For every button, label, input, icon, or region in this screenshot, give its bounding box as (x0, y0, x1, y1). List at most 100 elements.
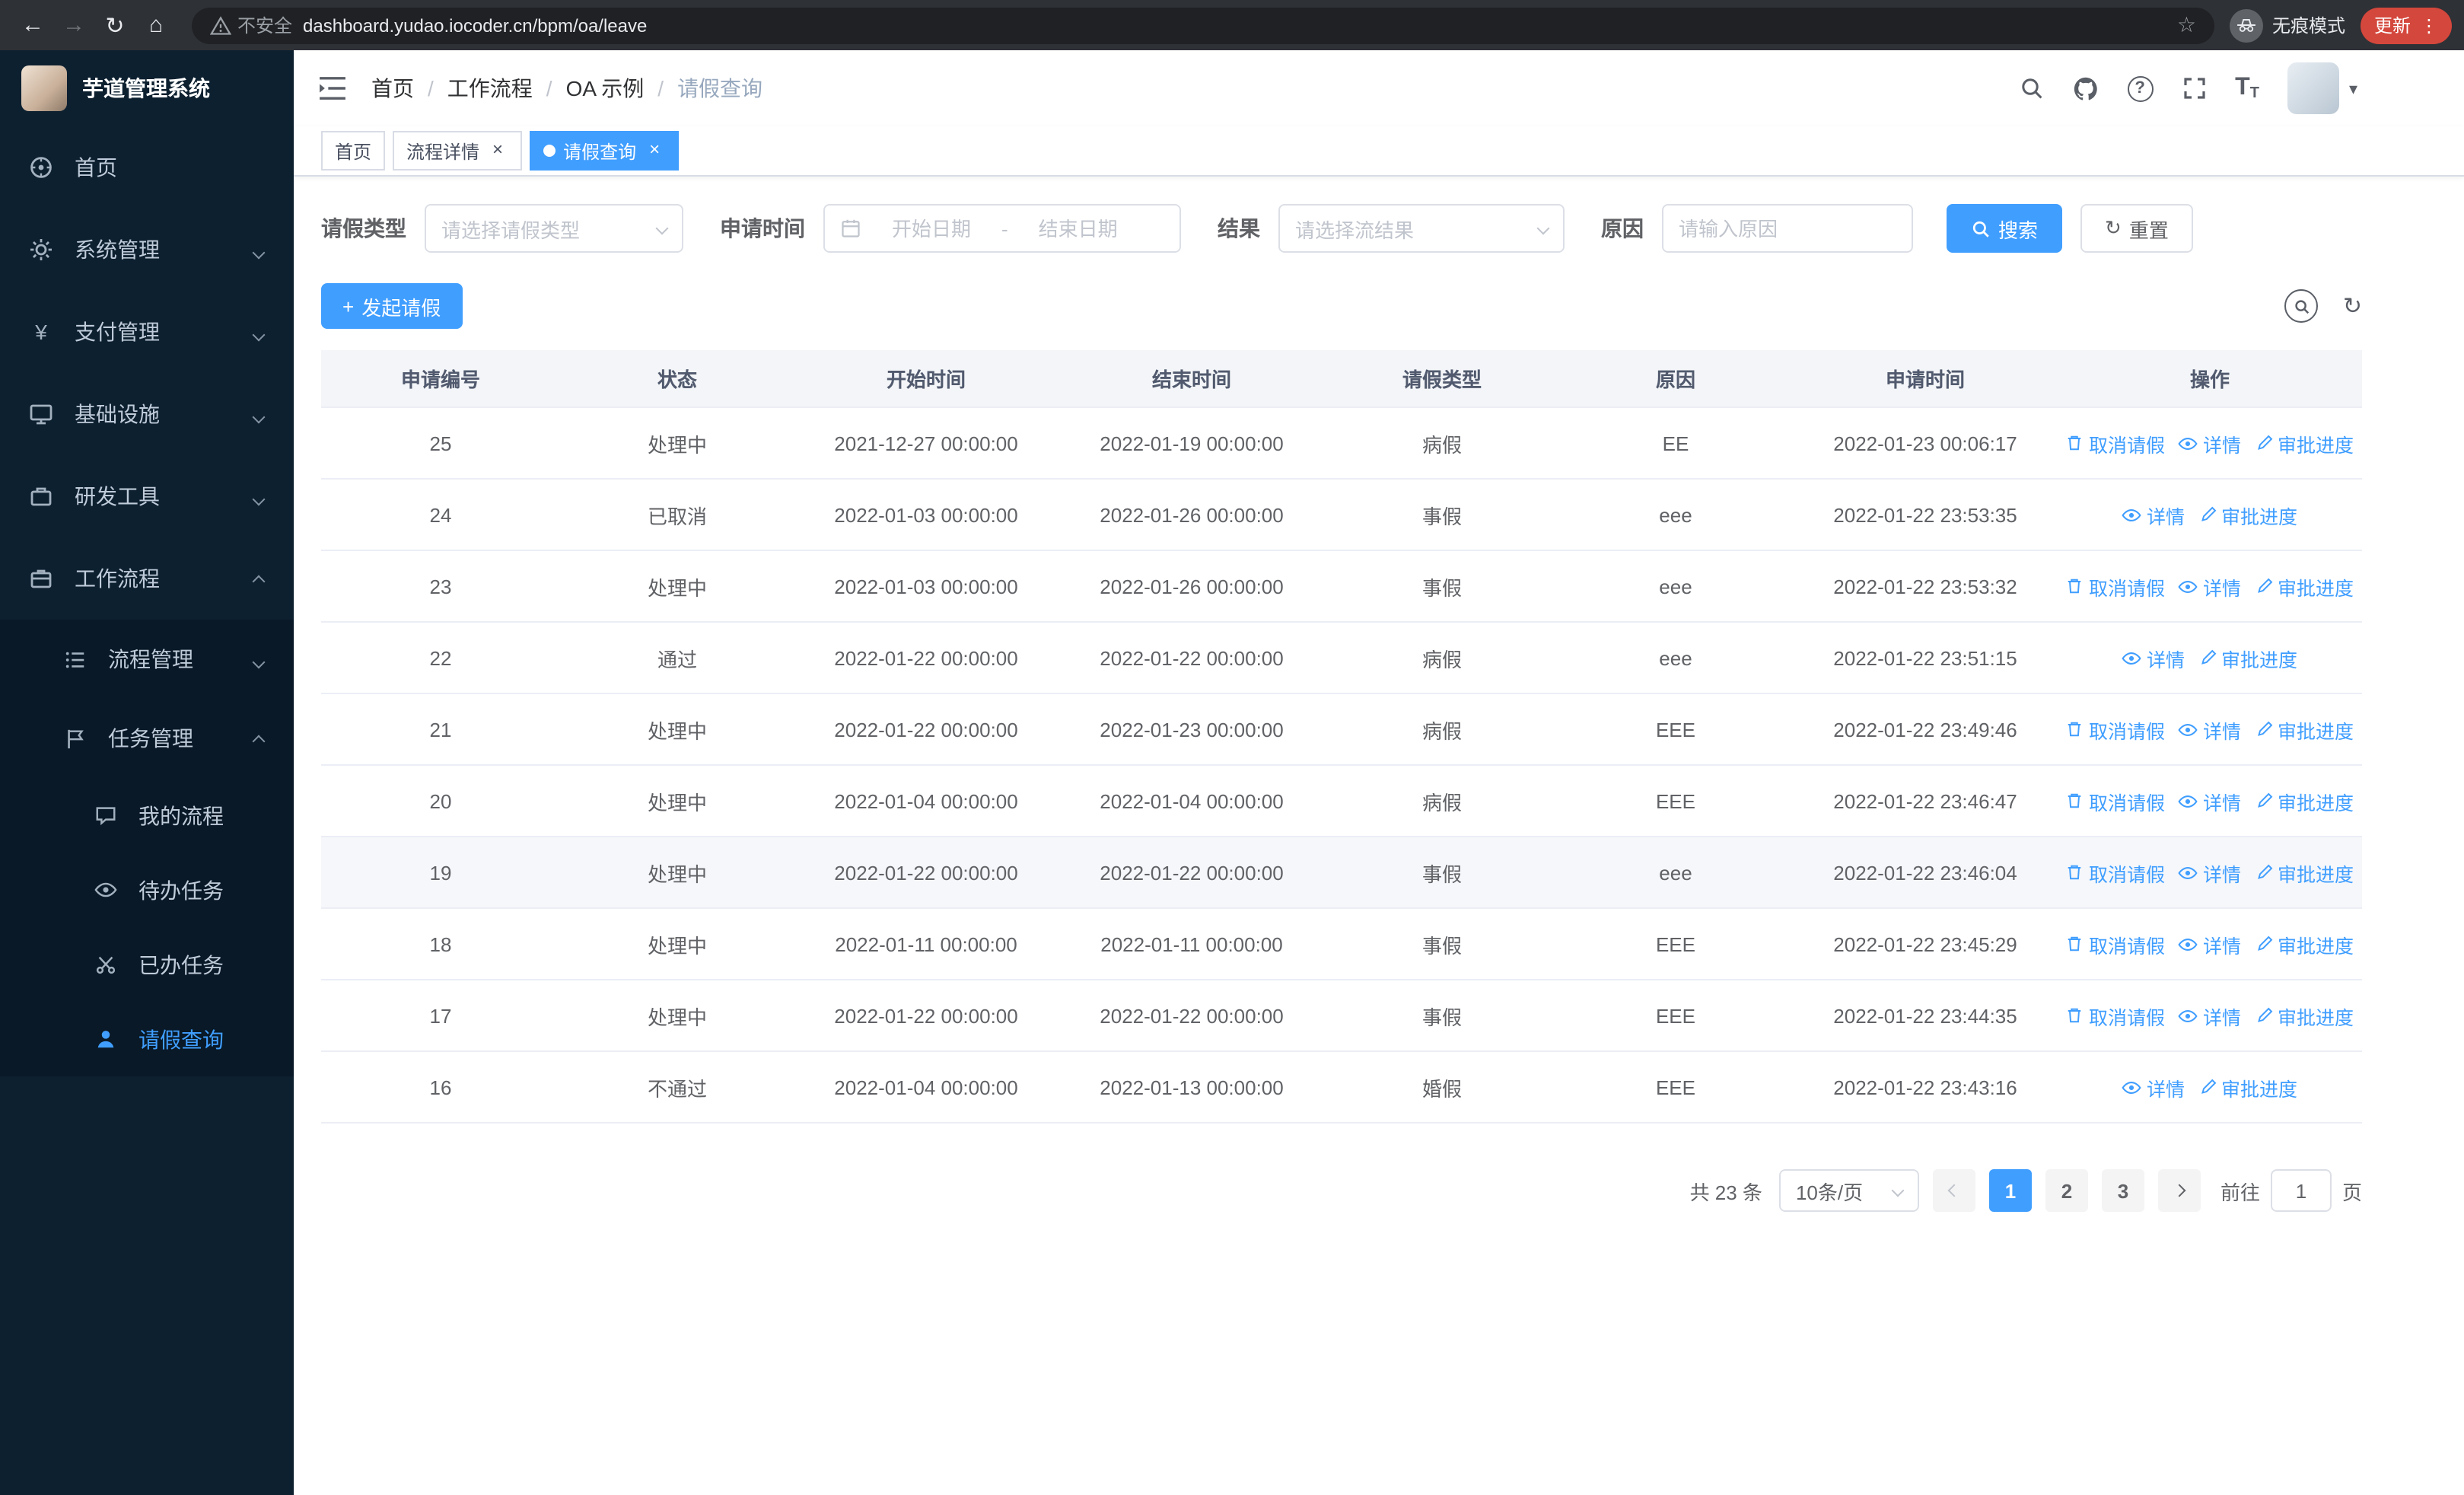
detail-link[interactable]: 详情 (2179, 929, 2241, 958)
search-button[interactable]: 搜索 (1947, 204, 2063, 253)
sidebar-item-done-tasks[interactable]: 已办任务 (0, 927, 294, 1002)
table-row: 22 通过 2022-01-22 00:00:00 2022-01-22 00:… (321, 623, 2362, 694)
cancel-leave-link[interactable]: 取消请假 (2066, 715, 2165, 744)
security-warning[interactable]: 不安全 (210, 12, 292, 38)
reset-button[interactable]: ↻ 重置 (2080, 204, 2193, 253)
sidebar-item-devtools[interactable]: 研发工具 (0, 455, 294, 537)
bookmark-star-icon[interactable]: ☆ (2177, 12, 2196, 38)
table-row: 20 处理中 2022-01-04 00:00:00 2022-01-04 00… (321, 766, 2362, 837)
user-avatar[interactable]: ▾ (2287, 62, 2357, 114)
cancel-leave-link[interactable]: 取消请假 (2066, 858, 2165, 887)
browser-back-button[interactable]: ← (12, 5, 53, 46)
detail-link[interactable]: 详情 (2179, 715, 2241, 744)
breadcrumb-home[interactable]: 首页 (371, 73, 414, 104)
browser-home-button[interactable]: ⌂ (135, 5, 177, 46)
address-bar[interactable]: 不安全 dashboard.yudao.iocoder.cn/bpm/oa/le… (192, 7, 2214, 43)
detail-link[interactable]: 详情 (2122, 500, 2185, 529)
sidebar-item-task-management[interactable]: 任务管理 (0, 699, 294, 778)
end-date-input[interactable] (1014, 217, 1142, 240)
apply-time-range-picker[interactable]: - (823, 204, 1181, 253)
cell-apply-id: 22 (429, 646, 452, 669)
cell-apply-id: 21 (429, 718, 452, 741)
toggle-search-icon[interactable] (2284, 289, 2319, 323)
edit-pen-icon (2201, 1079, 2216, 1094)
prev-page-button[interactable] (1932, 1169, 1975, 1212)
approval-progress-label: 审批进度 (2278, 721, 2354, 742)
detail-link[interactable]: 详情 (2122, 1073, 2185, 1101)
approval-progress-link[interactable]: 审批进度 (2198, 1073, 2297, 1101)
tab-close-icon[interactable]: × (487, 139, 508, 161)
detail-link[interactable]: 详情 (2179, 786, 2241, 815)
cancel-leave-link[interactable]: 取消请假 (2066, 572, 2165, 601)
chevron-down-icon (1536, 222, 1550, 235)
approval-progress-link[interactable]: 审批进度 (2255, 1001, 2354, 1030)
cancel-leave-link[interactable]: 取消请假 (2066, 786, 2165, 815)
sidebar-item-label: 工作流程 (75, 566, 160, 591)
sidebar-item-workflow[interactable]: 工作流程 (0, 537, 294, 620)
sidebar-item-home[interactable]: 首页 (0, 126, 294, 209)
fullscreen-icon[interactable] (2182, 76, 2206, 100)
sidebar-item-payment[interactable]: ¥ 支付管理 (0, 291, 294, 373)
browser-forward-button[interactable]: → (53, 5, 94, 46)
detail-link[interactable]: 详情 (2179, 1001, 2241, 1030)
tab-process-detail[interactable]: 流程详情 × (393, 131, 523, 171)
start-date-input[interactable] (867, 217, 995, 240)
tab-leave-query[interactable]: 请假查询 × (530, 131, 680, 171)
sidebar-item-todo-tasks[interactable]: 待办任务 (0, 853, 294, 927)
workflow-submenu: 流程管理 任务管理 我的流程 待办任务 已办任务 请假查询 (0, 620, 294, 1076)
sidebar-item-infrastructure[interactable]: 基础设施 (0, 373, 294, 455)
page-button-1[interactable]: 1 (1988, 1169, 2032, 1212)
font-size-icon[interactable]: TT (2235, 75, 2259, 102)
result-select[interactable]: 请选择流结果 (1278, 204, 1565, 253)
approval-progress-link[interactable]: 审批进度 (2255, 786, 2354, 815)
browser-update-button[interactable]: 更新 ⋮ (2360, 7, 2452, 43)
table-row: 17 处理中 2022-01-22 00:00:00 2022-01-22 00… (321, 980, 2362, 1052)
refresh-table-icon[interactable]: ↻ (2343, 292, 2362, 320)
cancel-leave-link[interactable]: 取消请假 (2066, 929, 2165, 958)
approval-progress-link[interactable]: 审批进度 (2255, 429, 2354, 457)
approval-progress-link[interactable]: 审批进度 (2255, 858, 2354, 887)
detail-link[interactable]: 详情 (2179, 572, 2241, 601)
header-search-icon[interactable] (2019, 76, 2043, 100)
approval-progress-link[interactable]: 审批进度 (2198, 500, 2297, 529)
cancel-leave-link[interactable]: 取消请假 (2066, 1001, 2165, 1030)
breadcrumb-workflow[interactable]: 工作流程 (447, 73, 533, 104)
create-leave-button[interactable]: + 发起请假 (321, 283, 463, 329)
github-icon[interactable] (2072, 75, 2098, 101)
sidebar-item-leave-query[interactable]: 请假查询 (0, 1002, 294, 1076)
next-page-button[interactable] (2157, 1169, 2201, 1212)
tab-home[interactable]: 首页 (321, 131, 386, 171)
breadcrumb-oa-example[interactable]: OA 示例 (566, 73, 645, 104)
reason-input[interactable] (1679, 217, 1896, 240)
approval-progress-link[interactable]: 审批进度 (2198, 643, 2297, 672)
cell-apply-id: 19 (429, 861, 452, 884)
page-size-select[interactable]: 10条/页 (1778, 1169, 1919, 1212)
detail-link[interactable]: 详情 (2179, 858, 2241, 887)
detail-label: 详情 (2146, 1079, 2185, 1100)
browser-reload-button[interactable]: ↻ (94, 5, 135, 46)
trash-icon (2068, 722, 2082, 737)
detail-label: 详情 (2202, 578, 2241, 599)
menu-fold-icon[interactable] (318, 76, 347, 100)
tab-close-icon[interactable]: × (644, 139, 665, 161)
warning-triangle-icon (210, 15, 231, 34)
help-icon[interactable]: ? (2127, 75, 2154, 101)
browser-menu-icon[interactable]: ⋮ (2420, 14, 2438, 36)
approval-progress-link[interactable]: 审批进度 (2255, 929, 2354, 958)
edit-pen-icon (2257, 792, 2272, 808)
create-leave-label: 发起请假 (361, 296, 441, 319)
page-button-3[interactable]: 3 (2101, 1169, 2144, 1212)
approval-progress-link[interactable]: 审批进度 (2255, 715, 2354, 744)
sidebar-item-label: 任务管理 (108, 726, 193, 751)
detail-link[interactable]: 详情 (2122, 643, 2185, 672)
goto-page-input[interactable] (2278, 1179, 2324, 1202)
sidebar-item-my-process[interactable]: 我的流程 (0, 778, 294, 853)
logo-image (21, 65, 67, 111)
sidebar-item-process-management[interactable]: 流程管理 (0, 620, 294, 699)
approval-progress-link[interactable]: 审批进度 (2255, 572, 2354, 601)
page-button-2[interactable]: 2 (2045, 1169, 2088, 1212)
detail-link[interactable]: 详情 (2179, 429, 2241, 457)
leave-type-select[interactable]: 请选择请假类型 (425, 204, 683, 253)
cancel-leave-link[interactable]: 取消请假 (2066, 429, 2165, 457)
sidebar-item-system[interactable]: 系统管理 (0, 209, 294, 291)
